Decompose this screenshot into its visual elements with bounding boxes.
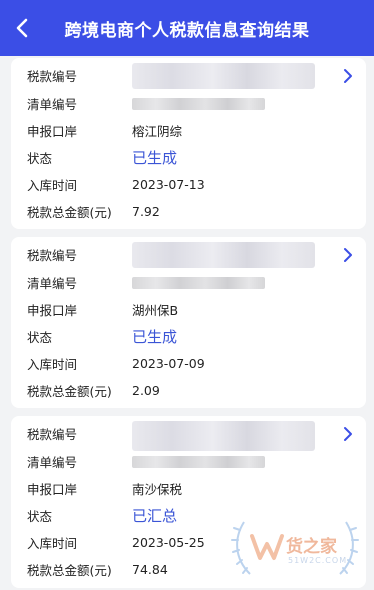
back-button[interactable] [8,14,36,42]
total-value: 74.84 [132,562,168,577]
list-number-redacted [132,276,265,289]
port-label: 申报口岸 [27,303,78,318]
total-value: 7.92 [132,204,160,219]
status-label: 状态 [27,330,53,345]
total-label: 税款总金额(元) [27,205,112,220]
port-label: 申报口岸 [27,482,78,497]
list-number-label: 清单编号 [27,97,78,112]
tax-record-card[interactable]: 税款编号 清单编号 申报口岸 榕江阴综 状态 已生成 入库时间 2023-07-13 … [11,58,366,229]
status-value: 已生成 [132,149,178,167]
list-number-redacted [132,455,265,468]
list-number-label: 清单编号 [27,276,78,291]
entry-time-label: 入库时间 [27,357,78,372]
entry-time-label: 入库时间 [27,178,78,193]
total-label: 税款总金额(元) [27,384,112,399]
status-value: 已汇总 [132,507,178,525]
list-number-label: 清单编号 [27,455,78,470]
entry-time-label: 入库时间 [27,536,78,551]
total-value: 2.09 [132,383,160,398]
watermark-brand: 货之家 [286,537,337,557]
chevron-left-icon [16,18,28,38]
tax-number-label: 税款编号 [27,427,78,442]
port-label: 申报口岸 [27,124,78,139]
port-value: 榕江阴综 [132,124,183,139]
port-value: 湖州保B [132,303,179,318]
entry-time-value: 2023-07-09 [132,356,205,371]
app-header: 跨境电商个人税款信息查询结果 [0,0,374,56]
list-number-redacted [132,97,265,110]
watermark-logo: 货之家 51W2C.COM [230,514,360,584]
status-label: 状态 [27,151,53,166]
status-value: 已生成 [132,328,178,346]
page-title: 跨境电商个人税款信息查询结果 [64,20,310,41]
total-label: 税款总金额(元) [27,563,112,578]
tax-record-card[interactable]: 税款编号 清单编号 申报口岸 湖州保B 状态 已生成 入库时间 2023-07-09 … [11,237,366,408]
tax-number-label: 税款编号 [27,69,78,84]
entry-time-value: 2023-07-13 [132,177,205,192]
port-value: 南沙保税 [132,482,183,497]
status-label: 状态 [27,509,53,524]
tax-number-label: 税款编号 [27,248,78,263]
watermark-site: 51W2C.COM [288,556,348,565]
entry-time-value: 2023-05-25 [132,535,205,550]
